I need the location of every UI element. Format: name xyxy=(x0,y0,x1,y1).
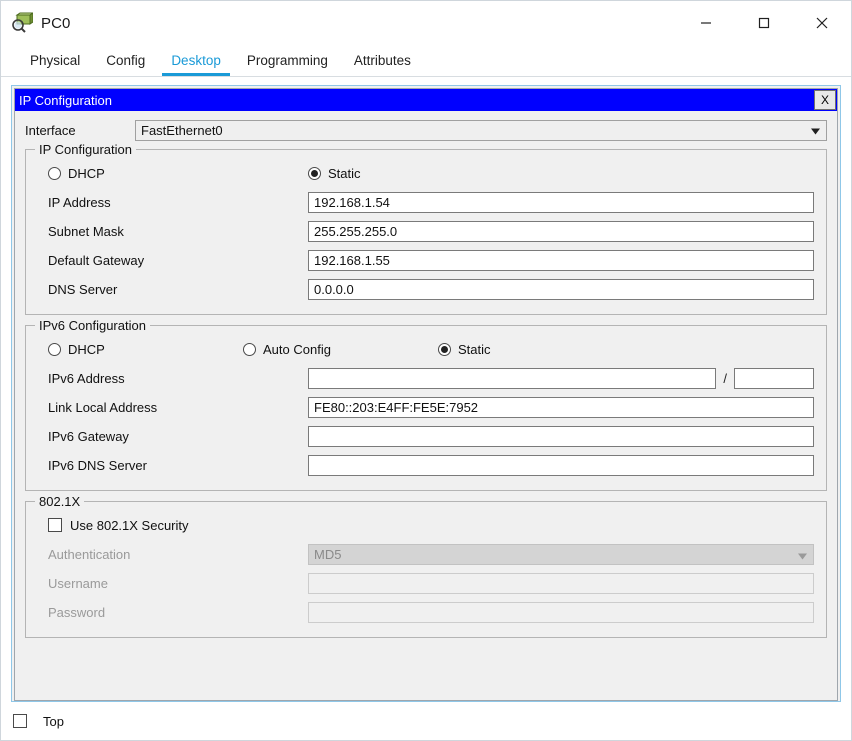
window-controls xyxy=(677,1,851,45)
subnet-mask-label: Subnet Mask xyxy=(48,224,124,239)
radio-ipv6-dhcp[interactable]: DHCP xyxy=(48,342,243,357)
radio-ip-dhcp-label: DHCP xyxy=(68,165,105,181)
ipv6-gateway-input[interactable] xyxy=(308,426,814,447)
chevron-down-icon xyxy=(811,123,820,138)
ip-configuration-body: Interface FastEthernet0 IP Configuration xyxy=(15,111,837,700)
use-dot1x-security-row: Use 802.1X Security xyxy=(38,510,814,540)
ipv6-dns-server-label: IPv6 DNS Server xyxy=(48,458,147,473)
default-gateway-label: Default Gateway xyxy=(48,253,145,268)
window-title: PC0 xyxy=(41,14,71,32)
authentication-select: MD5 xyxy=(308,544,814,565)
ipv6-configuration-legend: IPv6 Configuration xyxy=(35,318,150,333)
interface-value: FastEthernet0 xyxy=(141,122,223,138)
radio-ipv6-auto-config-indicator xyxy=(243,342,256,356)
interface-select[interactable]: FastEthernet0 xyxy=(135,119,827,141)
password-input xyxy=(308,602,814,623)
radio-ip-dhcp-indicator xyxy=(48,166,61,180)
radio-ip-static[interactable]: Static xyxy=(308,166,361,181)
dot1x-legend: 802.1X xyxy=(35,494,85,509)
ip-configuration-legend: IP Configuration xyxy=(35,142,136,157)
ip-configuration-title: IP Configuration xyxy=(19,92,112,108)
window-footer: Top xyxy=(1,702,851,740)
top-checkbox-row[interactable]: Top xyxy=(13,714,64,729)
ip-address-row: IP Address 192.168.1.54 xyxy=(38,188,814,217)
tab-physical[interactable]: Physical xyxy=(17,45,93,76)
ipv6-dns-server-input[interactable] xyxy=(308,455,814,476)
ipv6-dns-server-row: IPv6 DNS Server xyxy=(38,451,814,480)
ipv6-prefix-separator: / xyxy=(723,371,727,386)
username-row: Username xyxy=(38,569,814,598)
dialog-close-button[interactable]: X xyxy=(814,90,836,110)
top-checkbox[interactable] xyxy=(13,714,27,728)
use-dot1x-security-checkbox[interactable] xyxy=(48,518,62,532)
pc-device-icon xyxy=(11,12,35,34)
desktop-content-pane: IP Configuration X Interface FastEtherne… xyxy=(11,85,841,702)
dns-server-row: DNS Server 0.0.0.0 xyxy=(38,275,814,304)
radio-ipv6-dhcp-label: DHCP xyxy=(68,341,105,357)
ipv6-address-label: IPv6 Address xyxy=(48,371,125,386)
minimize-icon[interactable] xyxy=(677,1,735,45)
ipv6-prefix-input[interactable] xyxy=(734,368,814,389)
window-titlebar: PC0 xyxy=(1,1,851,45)
tab-desktop[interactable]: Desktop xyxy=(158,45,234,76)
radio-ipv6-auto-config-label: Auto Config xyxy=(263,341,331,357)
ipv6-address-input[interactable] xyxy=(308,368,717,389)
ipv6-address-row: IPv6 Address / xyxy=(38,364,814,393)
use-dot1x-security-label: Use 802.1X Security xyxy=(70,517,189,533)
authentication-row: Authentication MD5 xyxy=(38,540,814,569)
chevron-down-icon xyxy=(798,545,807,564)
radio-ip-dhcp[interactable]: DHCP xyxy=(48,166,308,181)
link-local-address-label: Link Local Address xyxy=(48,400,158,415)
tab-desktop-label: Desktop xyxy=(171,53,221,68)
dns-server-input[interactable]: 0.0.0.0 xyxy=(308,279,814,300)
radio-ipv6-static-indicator xyxy=(438,342,451,356)
device-tabs: Physical Config Desktop Programming Attr… xyxy=(1,45,851,77)
authentication-value: MD5 xyxy=(314,547,342,562)
radio-ip-static-indicator xyxy=(308,166,321,180)
interface-row: Interface FastEthernet0 xyxy=(25,117,827,143)
authentication-label: Authentication xyxy=(48,547,131,562)
ip-address-label: IP Address xyxy=(48,195,111,210)
ipv6-mode-radio-row: DHCP Auto Config Static xyxy=(38,334,814,364)
default-gateway-input[interactable]: 192.168.1.55 xyxy=(308,250,814,271)
tab-config[interactable]: Config xyxy=(93,45,158,76)
password-label: Password xyxy=(48,605,106,620)
ipv6-gateway-row: IPv6 Gateway xyxy=(38,422,814,451)
maximize-icon[interactable] xyxy=(735,1,793,45)
radio-ip-static-label: Static xyxy=(328,165,361,181)
ipv6-gateway-label: IPv6 Gateway xyxy=(48,429,129,444)
tab-programming[interactable]: Programming xyxy=(234,45,341,76)
radio-ipv6-auto-config[interactable]: Auto Config xyxy=(243,342,438,357)
username-input xyxy=(308,573,814,594)
radio-ipv6-dhcp-indicator xyxy=(48,342,61,356)
ip-configuration-group: IP Configuration DHCP Static IP Address xyxy=(25,142,827,315)
password-row: Password xyxy=(38,598,814,627)
titlebar-left: PC0 xyxy=(1,12,70,34)
tab-physical-label: Physical xyxy=(30,53,81,68)
top-checkbox-label: Top xyxy=(43,713,64,729)
subnet-mask-input[interactable]: 255.255.255.0 xyxy=(308,221,814,242)
ip-configuration-dialog: IP Configuration X Interface FastEtherne… xyxy=(14,88,838,701)
link-local-address-row: Link Local Address FE80::203:E4FF:FE5E:7… xyxy=(38,393,814,422)
close-icon[interactable] xyxy=(793,1,851,45)
pc-properties-window: PC0 Physical Config Desktop Programming … xyxy=(0,0,852,741)
ip-configuration-titlebar: IP Configuration X xyxy=(15,89,837,111)
ip-address-input[interactable]: 192.168.1.54 xyxy=(308,192,814,213)
subnet-mask-row: Subnet Mask 255.255.255.0 xyxy=(38,217,814,246)
tab-config-label: Config xyxy=(106,53,146,68)
interface-label: Interface xyxy=(25,122,76,138)
tab-programming-label: Programming xyxy=(246,53,328,68)
tab-attributes-label: Attributes xyxy=(353,53,411,68)
tab-attributes[interactable]: Attributes xyxy=(341,45,424,76)
radio-ipv6-static[interactable]: Static xyxy=(438,342,491,357)
dot1x-group: 802.1X Use 802.1X Security Authenticatio… xyxy=(25,494,827,638)
dns-server-label: DNS Server xyxy=(48,282,118,297)
username-label: Username xyxy=(48,576,108,591)
ip-mode-radio-row: DHCP Static xyxy=(38,158,814,188)
radio-ipv6-static-label: Static xyxy=(458,341,491,357)
link-local-address-input[interactable]: FE80::203:E4FF:FE5E:7952 xyxy=(308,397,814,418)
ipv6-configuration-group: IPv6 Configuration DHCP Auto Config Stat… xyxy=(25,318,827,491)
dialog-spacer xyxy=(25,648,827,700)
default-gateway-row: Default Gateway 192.168.1.55 xyxy=(38,246,814,275)
